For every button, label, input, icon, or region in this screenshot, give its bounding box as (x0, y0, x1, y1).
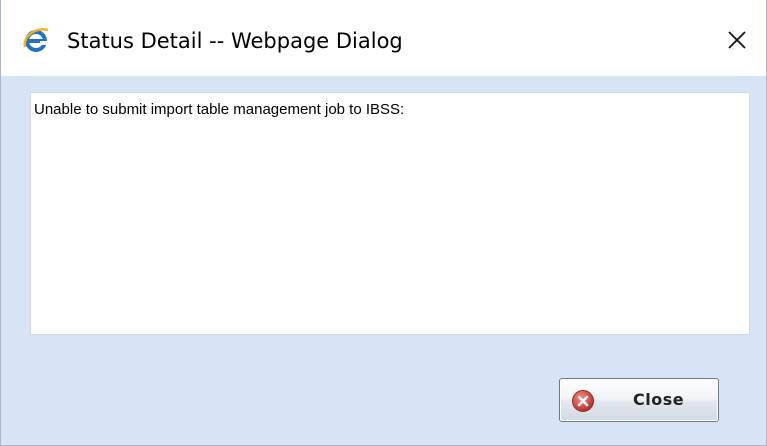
status-message: Unable to submit import table management… (34, 101, 405, 118)
title-bar[interactable]: Status Detail -- Webpage Dialog (1, 0, 766, 76)
dialog-title: Status Detail -- Webpage Dialog (67, 29, 403, 53)
close-icon[interactable] (725, 28, 749, 52)
close-button[interactable]: Close (559, 378, 719, 422)
dialog-window: Status Detail -- Webpage Dialog Unable t… (0, 0, 767, 446)
ie-icon (23, 27, 49, 53)
status-detail-panel: Unable to submit import table management… (30, 92, 750, 335)
error-icon (572, 390, 594, 412)
close-button-label: Close (633, 390, 685, 409)
